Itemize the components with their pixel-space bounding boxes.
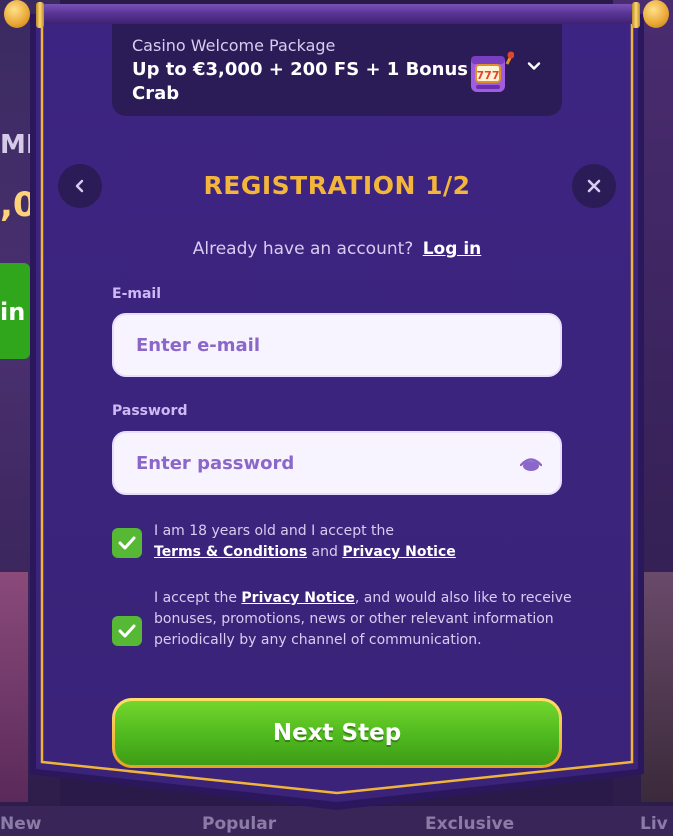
welcome-package-dropdown[interactable]: Casino Welcome Package Up to €3,000 + 20… bbox=[112, 22, 562, 116]
promo-label: Casino Welcome Package bbox=[132, 36, 336, 55]
privacy-notice-link[interactable]: Privacy Notice bbox=[241, 590, 354, 606]
email-label: E-mail bbox=[112, 286, 162, 302]
terms-link[interactable]: Terms & Conditions bbox=[154, 544, 307, 560]
next-step-label: Next Step bbox=[115, 701, 559, 765]
close-button[interactable] bbox=[572, 164, 616, 208]
marketing-consent-text: I accept the Privacy Notice, and would a… bbox=[154, 588, 574, 651]
eye-icon[interactable] bbox=[520, 455, 542, 473]
next-step-button[interactable]: Next Step bbox=[112, 698, 562, 768]
chevron-down-icon[interactable] bbox=[526, 58, 542, 74]
marketing-consent-row: I accept the Privacy Notice, and would a… bbox=[112, 588, 572, 674]
background-button-label: in bbox=[0, 298, 26, 326]
checkmark-icon bbox=[118, 536, 136, 550]
terms-consent-row: I am 18 years old and I accept the Terms… bbox=[112, 521, 562, 565]
terms-consent-text: I am 18 years old and I accept the Terms… bbox=[154, 521, 574, 563]
password-label: Password bbox=[112, 403, 188, 419]
terms-checkbox[interactable] bbox=[112, 528, 142, 558]
marketing-checkbox[interactable] bbox=[112, 616, 142, 646]
password-field[interactable] bbox=[114, 433, 560, 493]
back-button[interactable] bbox=[58, 164, 102, 208]
background-game-card bbox=[0, 572, 28, 802]
rod-cap bbox=[643, 0, 669, 28]
consent-text: I am 18 years old and I accept the bbox=[154, 523, 395, 539]
registration-title: REGISTRATION 1/2 bbox=[203, 171, 471, 200]
privacy-notice-link[interactable]: Privacy Notice bbox=[342, 544, 455, 560]
email-field-wrapper bbox=[112, 313, 562, 377]
banner-rod bbox=[36, 4, 640, 24]
background-tab: Popular bbox=[202, 814, 277, 834]
consent-text: I accept the bbox=[154, 590, 237, 606]
login-prompt-text: Already have an account? bbox=[192, 239, 414, 259]
chevron-left-icon bbox=[75, 179, 84, 193]
checkmark-icon bbox=[118, 624, 136, 638]
login-prompt: Already have an account? Log in bbox=[112, 239, 562, 259]
background-tab: New bbox=[0, 814, 42, 834]
close-icon bbox=[587, 179, 601, 193]
rod-ring bbox=[632, 2, 640, 28]
rod-ring bbox=[36, 2, 44, 28]
password-field-wrapper bbox=[112, 431, 562, 495]
promo-title: Up to €3,000 + 200 FS + 1 Bonus Crab bbox=[132, 59, 469, 104]
email-field[interactable] bbox=[114, 315, 560, 375]
consent-text: and bbox=[311, 544, 338, 560]
background-tab: Liv bbox=[640, 814, 668, 834]
background-tab: Exclusive bbox=[425, 814, 515, 834]
login-link[interactable]: Log in bbox=[423, 239, 482, 259]
rod-cap bbox=[4, 0, 30, 28]
svg-text:777: 777 bbox=[477, 69, 500, 82]
slot-machine-777-icon: 777 bbox=[471, 51, 514, 92]
